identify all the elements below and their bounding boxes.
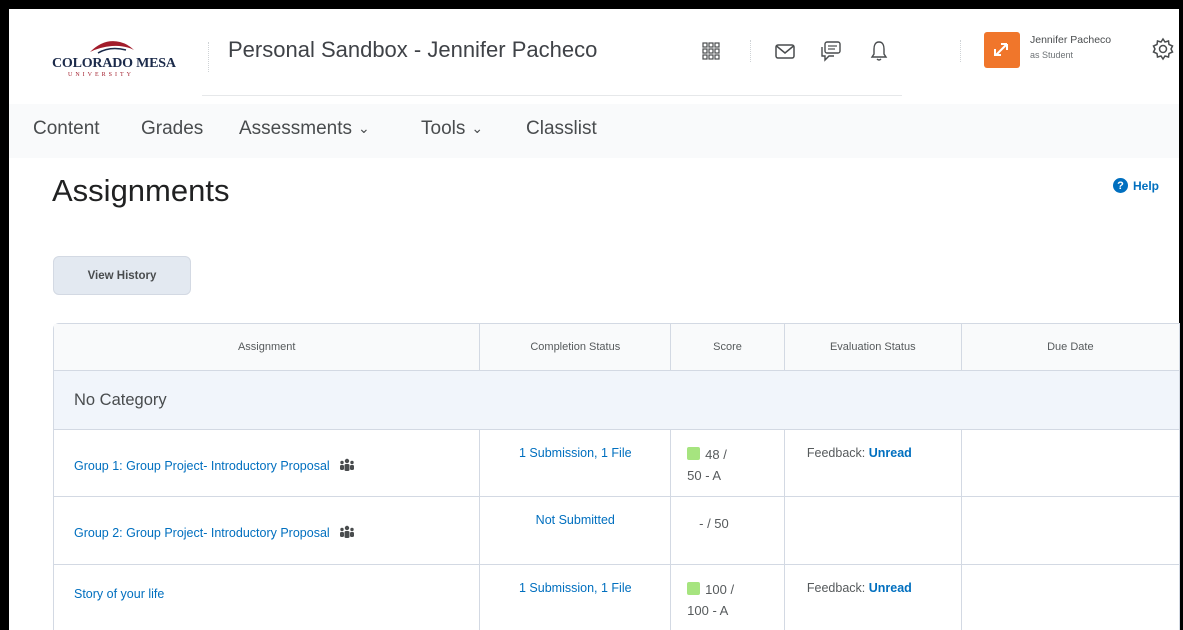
university-logo[interactable]: COLORADO MESA UNIVERSITY	[52, 30, 202, 80]
evaluation-cell: Feedback: Unread	[785, 565, 962, 630]
assignment-cell: Group 2: Group Project- Introductory Pro…	[54, 497, 481, 565]
view-history-button[interactable]: View History	[53, 256, 191, 295]
due-date-cell	[962, 565, 1179, 630]
table-row: Story of your life 1 Submission, 1 File …	[54, 565, 1179, 630]
gear-icon[interactable]	[1148, 34, 1178, 64]
course-navbar: Content Grades Assessments ⌄ Tools ⌄ Class…	[9, 104, 1179, 158]
category-label: No Category	[54, 371, 1179, 430]
assignment-cell: Group 1: Group Project- Introductory Pro…	[54, 430, 481, 497]
due-date-cell	[961, 430, 1179, 497]
score-indicator-icon	[687, 582, 701, 595]
nav-content[interactable]: Content	[33, 118, 100, 140]
chevron-down-icon: ⌄	[357, 120, 370, 136]
nav-classlist[interactable]: Classlist	[526, 118, 597, 140]
switch-arrows-icon	[994, 43, 1008, 56]
help-icon: ?	[1113, 178, 1128, 193]
nav-tools[interactable]: Tools ⌄	[421, 118, 483, 140]
help-label: Help	[1133, 178, 1160, 193]
icon-divider	[960, 40, 961, 62]
chevron-down-icon: ⌄	[471, 120, 484, 136]
table-row: Group 2: Group Project- Introductory Pro…	[54, 497, 1179, 565]
grid-icon[interactable]	[696, 36, 726, 66]
page-title: Assignments	[52, 173, 230, 208]
table-header-row: Assignment Completion Status Score Evalu…	[54, 324, 1179, 371]
completion-cell: 1 Submission, 1 File	[480, 565, 672, 630]
completion-cell: Not Submitted	[480, 497, 672, 565]
score-grade: 50 - A	[687, 468, 722, 483]
nav-assessments-label: Assessments	[239, 118, 352, 139]
group-icon	[339, 458, 355, 475]
header-divider	[208, 42, 209, 72]
assignments-table: Assignment Completion Status Score Evalu…	[53, 323, 1180, 630]
header-underline	[202, 95, 902, 96]
user-name[interactable]: Jennifer Pacheco	[1030, 34, 1111, 46]
feedback-unread-link[interactable]: Unread	[869, 446, 912, 460]
column-header-score[interactable]: Score	[671, 324, 785, 371]
column-header-due-date[interactable]: Due Date	[961, 324, 1179, 371]
group-icon	[339, 525, 355, 542]
nav-grades[interactable]: Grades	[141, 118, 203, 140]
score-indicator-icon	[687, 447, 701, 460]
completion-cell: 1 Submission, 1 File	[480, 430, 672, 497]
score-cell: 100 / 100 - A	[671, 565, 785, 630]
bell-icon[interactable]	[864, 36, 894, 66]
course-title[interactable]: Personal Sandbox - Jennifer Pacheco	[228, 37, 597, 63]
category-row: No Category	[54, 371, 1179, 430]
assignment-link[interactable]: Story of your life	[74, 587, 164, 601]
score-grade: 100 - A	[687, 603, 729, 618]
feedback-label: Feedback:	[806, 446, 869, 460]
column-header-evaluation-status[interactable]: Evaluation Status	[784, 324, 962, 371]
assignment-link[interactable]: Group 2: Group Project- Introductory Pro…	[74, 526, 330, 540]
score-value: 100 /	[705, 582, 735, 597]
chat-icon[interactable]	[816, 36, 846, 66]
score-cell: 48 / 50 - A	[671, 430, 785, 497]
table-row: Group 1: Group Project- Introductory Pro…	[54, 430, 1179, 497]
top-header: COLORADO MESA UNIVERSITY Personal Sandbo…	[12, 12, 1180, 96]
role-switch-badge[interactable]	[984, 32, 1020, 68]
submission-link[interactable]: 1 Submission, 1 File	[519, 446, 632, 460]
mesa-logo-icon	[90, 41, 134, 54]
feedback-unread-link[interactable]: Unread	[869, 581, 912, 595]
logo-subtext: UNIVERSITY	[68, 72, 134, 78]
mail-icon[interactable]	[770, 36, 800, 66]
evaluation-cell: Feedback: Unread	[784, 430, 962, 497]
assignment-link[interactable]: Group 1: Group Project- Introductory Pro…	[74, 459, 330, 473]
assignment-cell: Story of your life	[54, 565, 481, 630]
nav-tools-label: Tools	[421, 118, 466, 139]
evaluation-cell	[784, 497, 962, 565]
user-role: as Student	[1030, 50, 1074, 60]
submission-link[interactable]: Not Submitted	[536, 513, 615, 527]
submission-link[interactable]: 1 Submission, 1 File	[519, 581, 632, 595]
icon-divider	[750, 40, 751, 62]
score-value: - / 50	[699, 516, 729, 531]
score-value: 48 /	[705, 447, 727, 462]
due-date-cell	[961, 497, 1179, 565]
help-link[interactable]: ? Help	[1113, 178, 1159, 193]
column-header-completion-status[interactable]: Completion Status	[480, 324, 672, 371]
nav-assessments[interactable]: Assessments ⌄	[239, 118, 370, 140]
logo-text: COLORADO MESA	[52, 56, 176, 71]
column-header-assignment[interactable]: Assignment	[54, 324, 481, 371]
feedback-label: Feedback:	[806, 581, 869, 595]
score-cell: - / 50	[671, 497, 785, 565]
